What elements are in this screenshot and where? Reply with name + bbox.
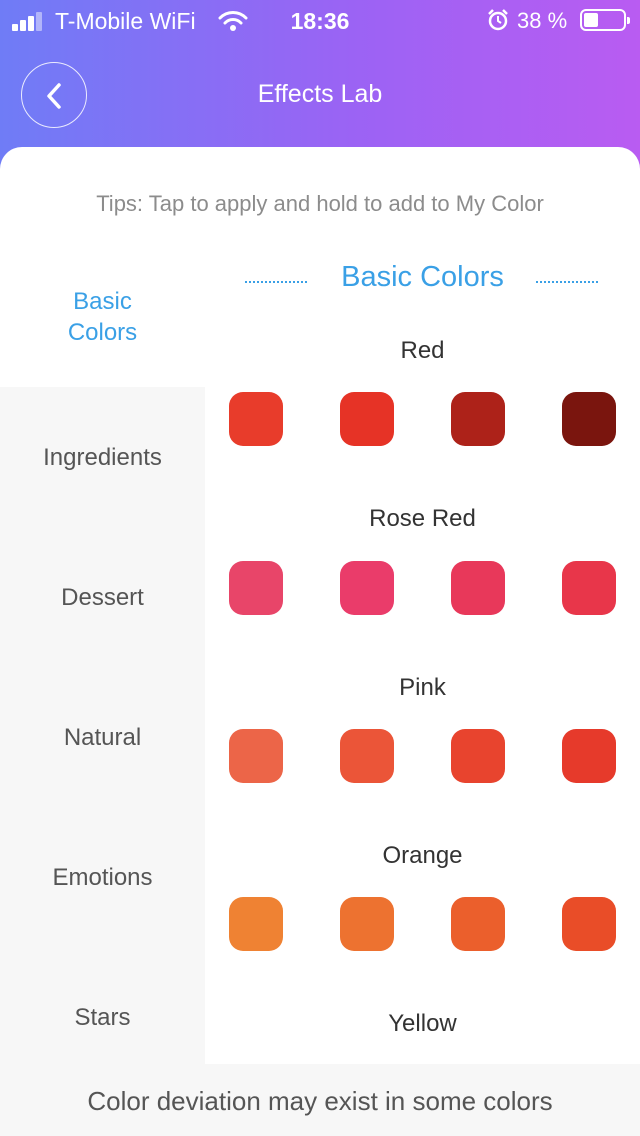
category-sidebar: Basic Colors Ingredients Dessert Natural… xyxy=(0,247,205,1087)
tips-text: Tips: Tap to apply and hold to add to My… xyxy=(96,191,544,216)
color-swatch[interactable] xyxy=(562,729,616,783)
sidebar-item-emotions[interactable]: Emotions xyxy=(0,807,205,947)
group-title-red: Red xyxy=(400,337,445,364)
color-swatch[interactable] xyxy=(562,561,616,615)
color-swatch[interactable] xyxy=(229,897,283,951)
battery-percentage: 38 % xyxy=(517,8,568,33)
group-title-pink: Pink xyxy=(399,674,446,701)
heading-divider-right xyxy=(536,281,598,283)
color-swatch[interactable] xyxy=(229,392,283,446)
content-sheet: Tips: Tap to apply and hold to add to My… xyxy=(0,147,640,1136)
color-swatch[interactable] xyxy=(340,392,394,446)
color-swatch[interactable] xyxy=(229,561,283,615)
color-swatch[interactable] xyxy=(340,729,394,783)
battery-icon xyxy=(580,9,630,31)
group-title-rose-red: Rose Red xyxy=(369,505,476,532)
color-swatch[interactable] xyxy=(340,561,394,615)
color-swatch[interactable] xyxy=(562,897,616,951)
color-deviation-notice: Color deviation may exist in some colors xyxy=(0,1064,640,1136)
heading-divider-left xyxy=(245,281,307,283)
battery-fill xyxy=(584,13,599,27)
color-swatch[interactable] xyxy=(340,897,394,951)
color-swatch[interactable] xyxy=(451,729,505,783)
status-bar: T-Mobile WiFi 18:36 38 % xyxy=(0,0,640,40)
color-swatch[interactable] xyxy=(451,897,505,951)
group-title-orange: Orange xyxy=(382,842,463,869)
section-heading: Basic Colors xyxy=(205,261,640,301)
sidebar-item-dessert[interactable]: Dessert xyxy=(0,527,205,667)
group-title-yellow: Yellow xyxy=(388,1010,457,1037)
sidebar-item-basic-colors[interactable]: Basic Colors xyxy=(0,247,205,387)
color-swatch[interactable] xyxy=(451,392,505,446)
color-swatch[interactable] xyxy=(562,392,616,446)
page-title: Effects Lab xyxy=(257,80,383,108)
sidebar-item-ingredients[interactable]: Ingredients xyxy=(0,387,205,527)
color-swatch[interactable] xyxy=(451,561,505,615)
color-swatch[interactable] xyxy=(229,729,283,783)
alarm-icon xyxy=(488,9,508,31)
section-title: Basic Colors xyxy=(341,261,504,293)
sidebar-item-natural[interactable]: Natural xyxy=(0,667,205,807)
